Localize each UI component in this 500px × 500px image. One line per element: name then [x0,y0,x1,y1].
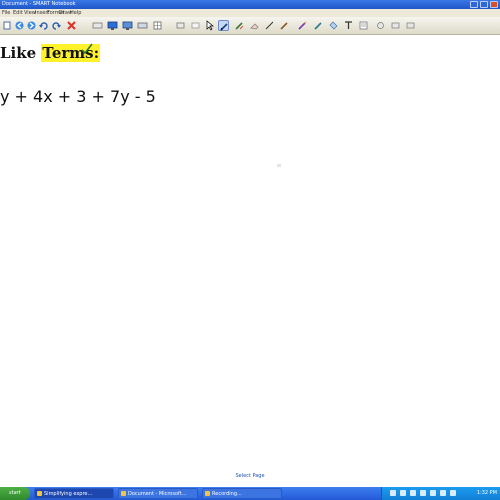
tray-icon[interactable] [410,490,416,496]
fill-icon[interactable] [328,20,339,31]
dual-page-icon[interactable] [122,20,133,31]
creative-pen-icon[interactable] [234,20,245,31]
tray-icon[interactable] [430,490,436,496]
insert-table-2-icon[interactable] [152,20,163,31]
title-bar: Document - SMART Notebook [0,0,500,9]
screen-shade-icon[interactable] [92,20,103,31]
tray-icon[interactable] [440,490,446,496]
task-recorder[interactable]: Recording... [202,488,282,499]
next-page-icon[interactable] [26,20,37,31]
previous-page-icon[interactable] [14,20,25,31]
maximize-button[interactable] [480,1,488,8]
properties-icon[interactable] [358,20,369,31]
start-button[interactable]: start [0,487,30,500]
tray-icon[interactable] [450,490,456,496]
menu-file[interactable]: File [2,9,10,17]
document-app-icon [121,491,126,496]
page-heading: Like Terms: [0,43,101,62]
start-label: start [9,490,21,496]
undo-icon[interactable] [38,20,49,31]
algebra-expression: y + 4x + 3 + 7y - 5 [0,87,156,106]
tool-extra-icon-3[interactable] [405,20,416,31]
insert-table-icon[interactable] [137,20,148,31]
taskbar: start Simplifying expre... Document - Mi… [0,487,500,500]
tool-extra-icon-1[interactable] [375,20,386,31]
magic-pen-icon[interactable] [297,20,308,31]
tool-extra-icon-2[interactable] [390,20,401,31]
menu-bar: File Edit View Insert Format Draw Help [0,9,500,17]
tray-icon[interactable] [400,490,406,496]
shape-recognition-icon[interactable] [313,20,324,31]
task-label: Document - Microsoft... [128,491,187,497]
delete-icon[interactable] [66,20,77,31]
tray-icon[interactable] [420,490,426,496]
menu-edit[interactable]: Edit [13,9,23,17]
notebook-page[interactable]: Like Terms: y + 4x + 3 + 7y - 5 Select P… [0,35,500,487]
toolbar [0,17,500,35]
full-screen-icon[interactable] [107,20,118,31]
eraser-icon[interactable] [249,20,260,31]
heading-prefix: Like [0,44,42,62]
system-tray: 1:32 PM [381,487,500,500]
close-button[interactable] [490,1,498,8]
stray-mark [277,164,281,167]
new-page-icon[interactable] [1,20,12,31]
line-icon[interactable] [264,20,275,31]
select-icon[interactable] [204,20,215,31]
window-title: Document - SMART Notebook [2,1,76,7]
recorder-app-icon [205,491,210,496]
shapes-icon[interactable] [279,20,290,31]
menu-help[interactable]: Help [70,9,81,17]
screen-capture-icon[interactable] [175,20,186,31]
checkmark-icon [81,43,93,55]
tray-icon[interactable] [390,490,396,496]
task-label: Recording... [212,491,242,497]
redo-icon[interactable] [51,20,62,31]
task-label: Simplifying expre... [44,491,93,497]
notebook-app-icon [37,491,42,496]
pen-icon[interactable] [218,20,229,31]
minimize-button[interactable] [470,1,478,8]
insert-image-icon[interactable] [190,20,201,31]
clock: 1:32 PM [476,490,497,496]
text-icon[interactable] [343,20,354,31]
task-notebook[interactable]: Simplifying expre... [34,488,114,499]
task-word[interactable]: Document - Microsoft... [118,488,198,499]
select-page-link[interactable]: Select Page [0,473,500,480]
